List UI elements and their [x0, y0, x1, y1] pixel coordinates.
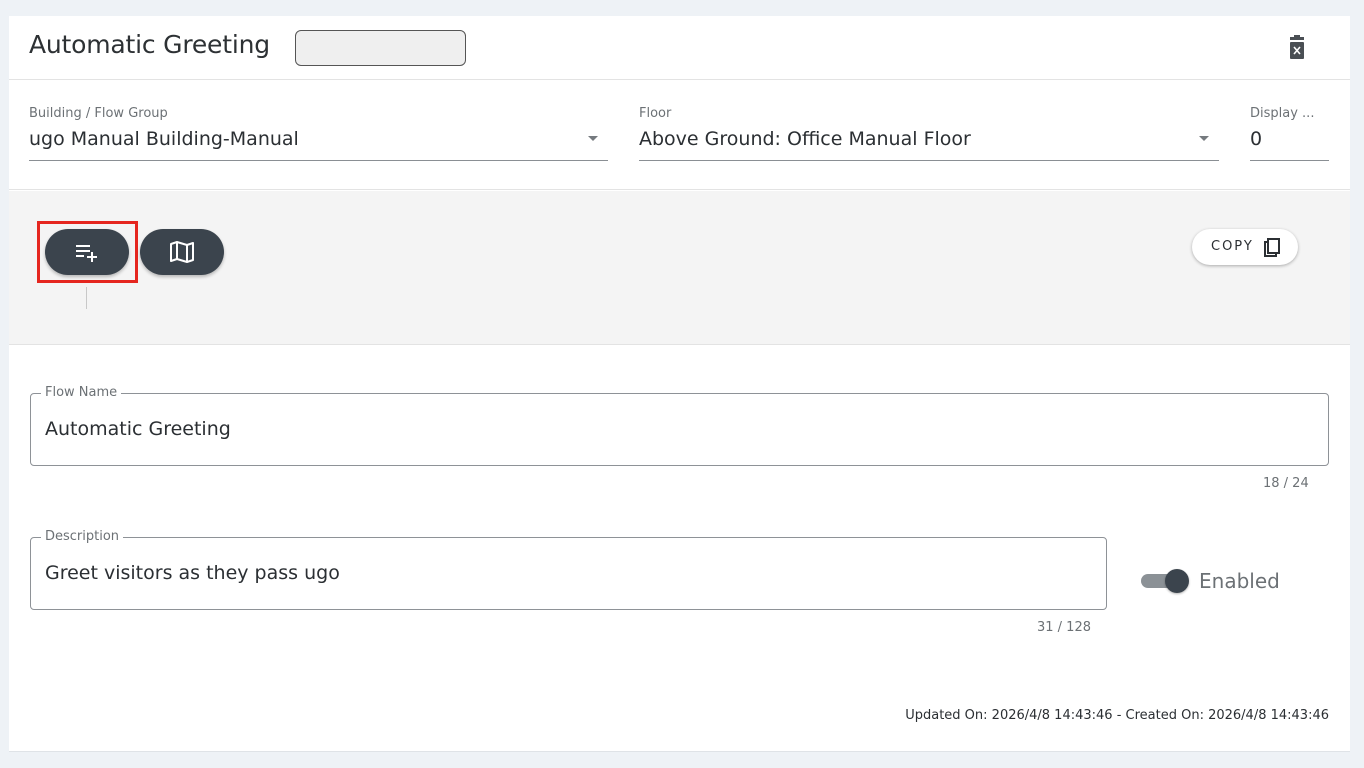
- chevron-down-icon: [1199, 136, 1209, 141]
- playlist-add-icon: [76, 245, 97, 262]
- display-field-value: 0: [1250, 128, 1263, 150]
- toggle-knob: [1165, 569, 1189, 593]
- display-field[interactable]: Display ... 0: [1250, 104, 1329, 161]
- flow-card: Automatic Greeting Building / Flow Group…: [9, 16, 1350, 752]
- timestamps: Updated On: 2026/4/8 14:43:46 - Created …: [905, 708, 1329, 723]
- building-select-label: Building / Flow Group: [29, 106, 168, 121]
- title-badge: [295, 30, 466, 66]
- card-header: Automatic Greeting: [9, 16, 1350, 80]
- chevron-down-icon: [588, 136, 598, 141]
- location-selects: Building / Flow Group ugo Manual Buildin…: [9, 80, 1350, 190]
- floor-select-label: Floor: [639, 106, 672, 121]
- flow-name-label: Flow Name: [41, 385, 122, 400]
- enabled-label: Enabled: [1199, 569, 1280, 593]
- enabled-toggle[interactable]: [1141, 569, 1191, 593]
- flow-name-counter: 18 / 24: [1263, 476, 1309, 491]
- copy-button-label: COPY: [1211, 239, 1254, 254]
- flow-toolbar: COPY: [9, 191, 1350, 345]
- building-select-value: ugo Manual Building-Manual: [29, 128, 299, 150]
- page-title: Automatic Greeting: [29, 30, 270, 59]
- building-select[interactable]: Building / Flow Group ugo Manual Buildin…: [29, 104, 608, 161]
- description-field[interactable]: Description Greet visitors as they pass …: [30, 529, 1107, 610]
- map-icon: [170, 241, 194, 263]
- connector-line: [86, 287, 87, 309]
- display-field-label: Display ...: [1250, 106, 1315, 121]
- clipboard-icon: [1264, 238, 1280, 257]
- flow-name-value: Automatic Greeting: [45, 418, 231, 440]
- description-label: Description: [41, 529, 124, 544]
- map-button[interactable]: [140, 229, 224, 275]
- trash-icon[interactable]: [1285, 35, 1309, 61]
- copy-button[interactable]: COPY: [1192, 229, 1298, 265]
- floor-select[interactable]: Floor Above Ground: Office Manual Floor: [639, 104, 1219, 161]
- flow-name-field[interactable]: Flow Name Automatic Greeting: [30, 385, 1329, 466]
- description-value: Greet visitors as they pass ugo: [45, 562, 340, 584]
- floor-select-value: Above Ground: Office Manual Floor: [639, 128, 971, 150]
- description-counter: 31 / 128: [1037, 620, 1091, 635]
- add-list-button[interactable]: [45, 229, 129, 275]
